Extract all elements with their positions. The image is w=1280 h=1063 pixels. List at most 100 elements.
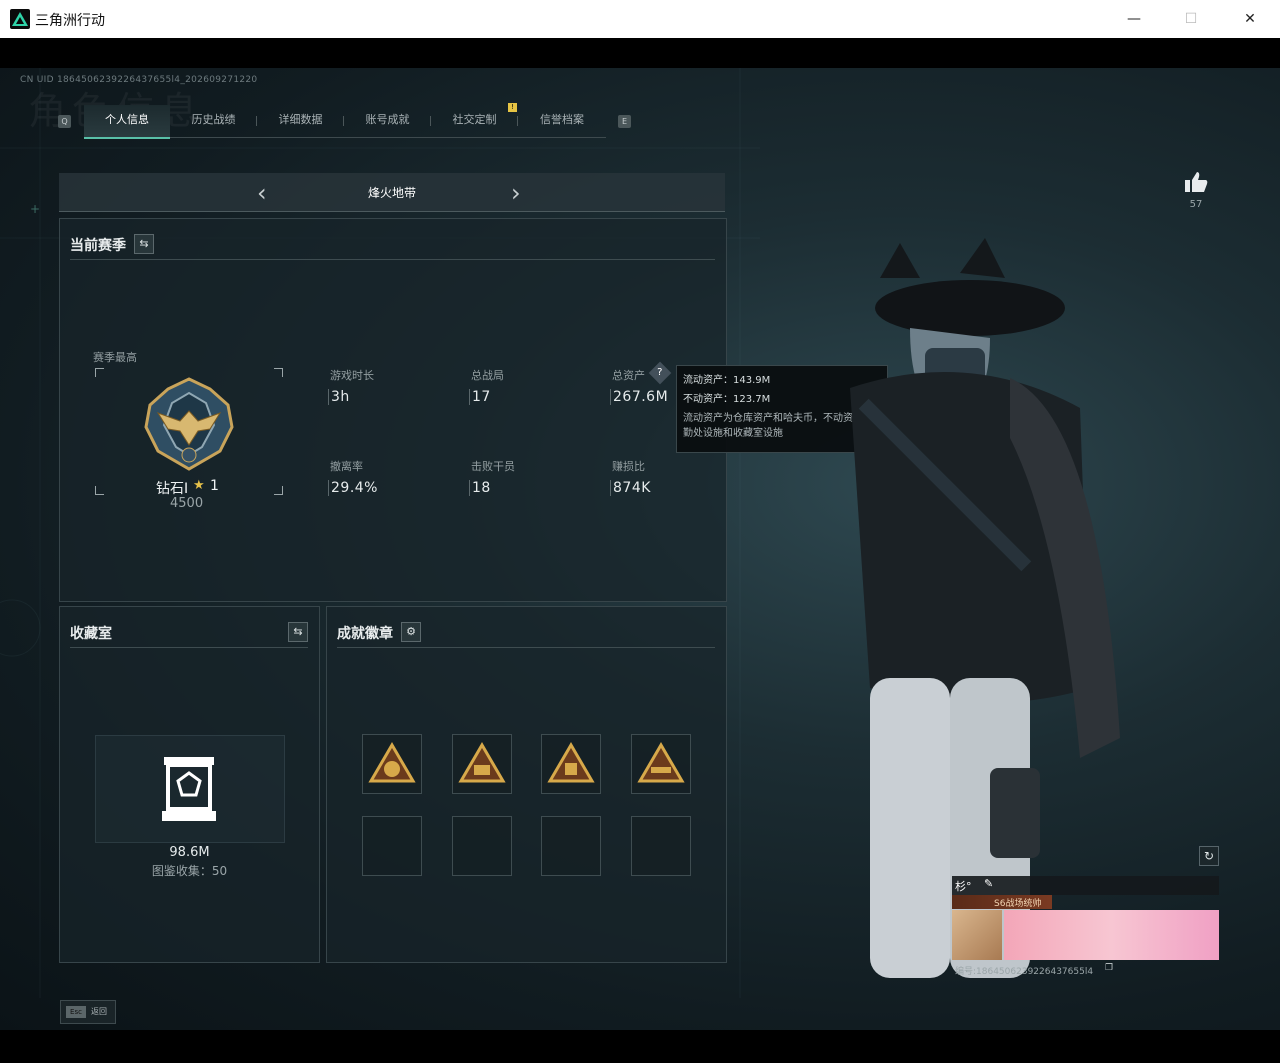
window-title: 三角洲行动 [35,13,105,29]
collection-swap-icon[interactable]: ⇆ [288,622,308,642]
stat-label-profit-ratio: 赚损比 [612,460,645,473]
badge-slot-empty[interactable] [362,816,422,876]
mode-label: 烽火地带 [367,186,416,200]
help-icon[interactable]: ? [648,361,672,385]
stat-divider [469,480,470,496]
namecard-banner [1004,910,1219,960]
rank-star-count: 1 [210,478,219,494]
tab-label: 账号成就 [365,113,410,126]
badge-slot[interactable] [452,734,512,794]
badge-slot-empty[interactable] [452,816,512,876]
svg-text:+: + [30,202,40,216]
avatar [952,910,1002,960]
divider [337,647,715,648]
copy-icon[interactable]: ❐ [1105,963,1113,973]
collection-title: 收藏室 [70,626,112,642]
stat-label-matches: 总战局 [471,369,504,382]
stat-label-playtime: 游戏时长 [330,369,374,382]
frame-corner [274,486,283,495]
tab-detailed-data[interactable]: 详细数据 [257,105,344,137]
tab-label: 个人信息 [105,113,149,126]
window-titlebar: 三角洲行动 — ☐ ✕ [0,0,1280,38]
app-logo-icon [10,9,30,29]
tab-achievements[interactable]: 账号成就 [344,105,431,137]
frame-corner [95,368,104,377]
collection-value: 98.6M [169,845,210,860]
gear-icon[interactable]: ⚙ [401,622,421,642]
like-count: 57 [1189,199,1203,210]
game-stage: + CN UID 1864506239226437655l4_202609271… [0,38,1280,1030]
mode-next-arrow[interactable]: › [511,179,521,207]
eri-badge-icon [368,742,416,783]
stat-label-kills: 击败干员 [471,460,515,473]
mode-prev-arrow[interactable]: ‹ [257,179,267,207]
tab-bar: 个人信息 历史战绩 详细数据 账号成就 社交定制 信誉档案 [84,105,606,139]
stat-value-assets: 267.6M [613,389,669,405]
frame-corner [95,486,104,495]
badge-slot-empty[interactable] [541,816,601,876]
crate-badge-icon [547,742,595,783]
soldier-badge-icon [458,742,506,783]
thumbs-up-icon [1185,172,1208,192]
tab-next-key[interactable]: E [618,115,631,128]
badge-slot[interactable] [631,734,691,794]
tab-match-history[interactable]: 历史战绩 [170,105,257,137]
tab-label: 历史战绩 [191,113,236,126]
stat-label-extract-rate: 撤离率 [330,460,363,473]
stat-value-playtime: 3h [331,389,350,405]
season-swap-icon[interactable]: ⇆ [134,234,154,254]
star-icon: ★ [193,478,205,493]
stat-value-extract-rate: 29.4% [331,480,378,496]
tab-prev-key[interactable]: Q [58,115,71,128]
badge-slot-empty[interactable] [631,816,691,876]
stat-divider [610,480,611,496]
tooltip-fixed-assets: 不动资产：123.7M [683,394,771,405]
divider [70,647,308,648]
title-badge: S6战场统帅 [994,899,1042,909]
season-panel: 当前赛季 ⇆ 赛季最高 钻石Ⅰ ★ 1 4500 游戏时长 3h 总战局 17 … [59,218,727,602]
vehicle-badge-icon [637,742,685,783]
achievement-title: 成就徽章 [337,626,393,642]
stat-divider [610,389,611,405]
back-button[interactable]: Esc 返回 [60,1000,116,1024]
diamond-rank-icon [144,377,234,471]
player-name: 杉° [955,880,972,893]
back-label: 返回 [91,1007,107,1016]
maximize-button[interactable]: ☐ [1162,0,1220,38]
rank-score: 4500 [170,496,204,511]
frame-corner [274,368,283,377]
stat-value-matches: 17 [472,389,491,405]
tab-personal-info[interactable]: 个人信息 [84,105,170,139]
close-button[interactable]: ✕ [1221,0,1279,38]
tab-social[interactable]: 社交定制 [431,105,518,137]
season-title: 当前赛季 [70,238,126,254]
stat-divider [328,389,329,405]
player-namecard[interactable]: 杉° ✎ S6战场统帅 [952,876,1219,962]
minimize-button[interactable]: — [1105,0,1163,38]
tab-label: 信誉档案 [540,113,584,126]
like-button[interactable]: 57 [1182,171,1210,210]
badge-slot[interactable] [541,734,601,794]
stat-divider [469,389,470,405]
tab-label: 详细数据 [278,113,323,126]
collection-panel: 收藏室 ⇆ 98.6M 图鉴收集：50 [59,606,320,963]
esc-key: Esc [66,1006,86,1018]
stat-value-kills: 18 [472,480,491,496]
peak-label: 赛季最高 [93,351,137,364]
rank-name: 钻石Ⅰ [156,481,189,497]
collection-count: 图鉴收集：50 [151,864,228,878]
mode-selector: 烽火地带 ‹ › [59,173,725,212]
edit-icon[interactable]: ✎ [984,877,993,890]
achievement-panel: 成就徽章 ⚙ [326,606,727,963]
display-case-icon [162,757,216,821]
letterbox-top [0,38,1280,68]
tooltip-liquid-assets: 流动资产：143.9M [683,375,771,386]
refresh-icon[interactable]: ↻ [1199,846,1219,866]
tab-reputation[interactable]: 信誉档案 [518,105,606,137]
notification-badge: ! [508,103,517,112]
badge-slot[interactable] [362,734,422,794]
stat-label-assets: 总资产 [612,369,645,382]
tab-label: 社交定制 [452,113,497,126]
stat-divider [328,480,329,496]
stat-value-profit-ratio: 874K [613,480,651,496]
